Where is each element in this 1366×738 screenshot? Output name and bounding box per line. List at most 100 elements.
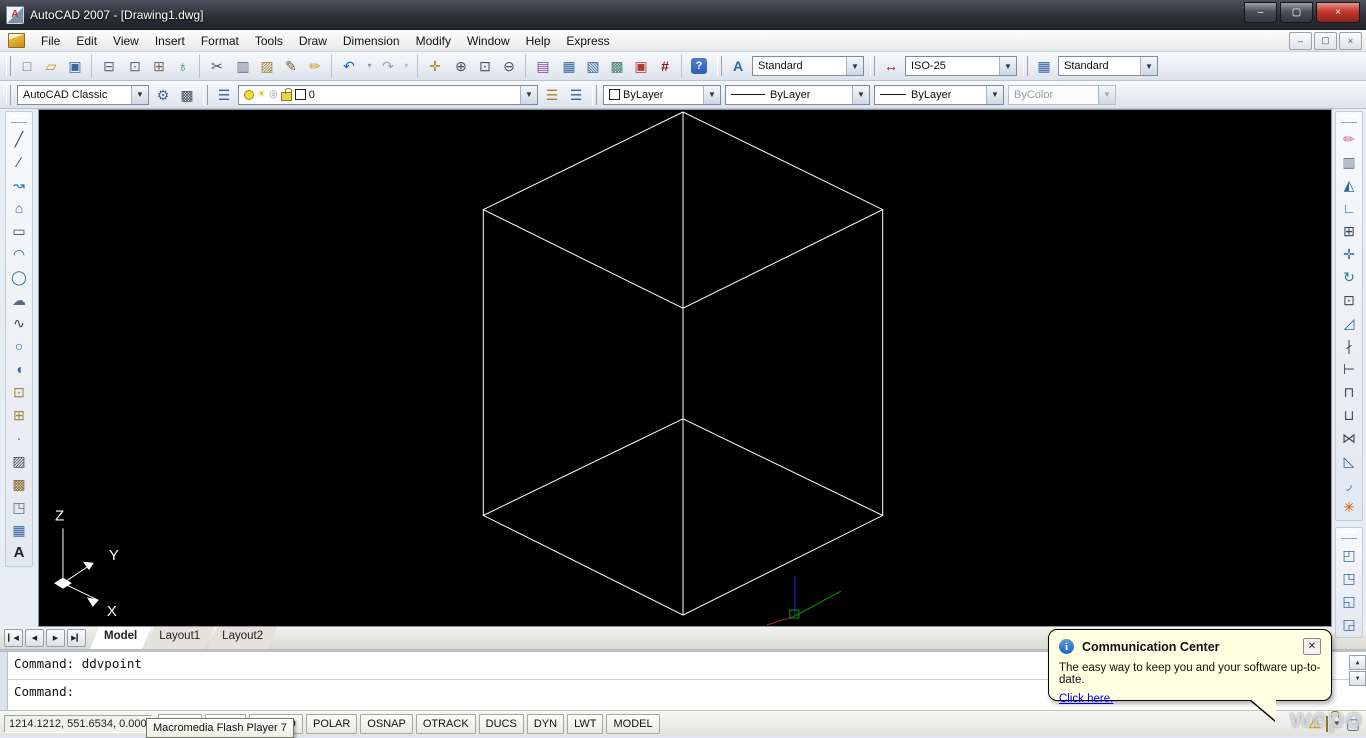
zoom-previous-icon[interactable]: ⊖ bbox=[497, 54, 521, 78]
toolbar-grip[interactable] bbox=[1341, 115, 1357, 123]
layer-freeze-thaw-icon[interactable]: ☀ bbox=[257, 89, 266, 100]
toolbar-grip[interactable] bbox=[870, 56, 875, 76]
chevron-down-icon[interactable]: ▼ bbox=[999, 57, 1016, 75]
command-scrollbar[interactable]: ▲ ▼ bbox=[1349, 655, 1364, 687]
zoom-window-icon[interactable]: ⊡ bbox=[473, 54, 497, 78]
POLAR[interactable]: POLAR bbox=[306, 714, 357, 734]
File[interactable]: File bbox=[33, 31, 68, 51]
send-under-objects-icon[interactable]: ◲ bbox=[1337, 612, 1361, 635]
construction-line-icon[interactable]: ∕ bbox=[7, 150, 31, 173]
tab-nav-prev[interactable]: ◀ bbox=[25, 629, 44, 647]
region-icon[interactable]: ◳ bbox=[7, 495, 31, 518]
Draw[interactable]: Draw bbox=[291, 31, 335, 51]
multiline-text-icon[interactable]: A bbox=[7, 541, 31, 564]
properties-palette-icon[interactable]: ▤ bbox=[525, 54, 557, 78]
scroll-down-icon[interactable]: ▼ bbox=[1349, 671, 1366, 686]
polygon-icon[interactable]: ⌂ bbox=[7, 196, 31, 219]
chevron-down-icon[interactable]: ▼ bbox=[703, 86, 720, 104]
coordinate-display[interactable]: 1214.1212, 551.6534, 0.0000 bbox=[4, 715, 152, 733]
bring-to-front-icon[interactable]: ◰ bbox=[1337, 543, 1361, 566]
copy-object-icon[interactable]: ▥ bbox=[1337, 150, 1361, 173]
Edit[interactable]: Edit bbox=[68, 31, 105, 51]
Tools[interactable]: Tools bbox=[247, 31, 291, 51]
Insert[interactable]: Insert bbox=[147, 31, 193, 51]
undo-dropdown-icon[interactable]: ▾ bbox=[363, 54, 376, 78]
toolbar-grip[interactable] bbox=[1023, 56, 1028, 76]
join-icon[interactable]: ⋈ bbox=[1337, 426, 1361, 449]
balloon-close-icon[interactable]: ✕ bbox=[1303, 638, 1321, 655]
make-object-layer-current-icon[interactable]: ☰ bbox=[540, 83, 564, 107]
tray-dropdown-icon[interactable]: ▼ bbox=[1333, 719, 1341, 728]
table-style-icon[interactable]: ▦ bbox=[1032, 54, 1056, 78]
scale-icon[interactable]: ⊡ bbox=[1337, 288, 1361, 311]
my-workspace-icon[interactable]: ▩ bbox=[175, 83, 199, 107]
zoom-realtime-icon[interactable]: ⊕ bbox=[449, 54, 473, 78]
Help[interactable]: Help bbox=[518, 31, 559, 51]
layer-combo[interactable]: ☀ ◎ 0 ▼ bbox=[238, 85, 538, 105]
Format[interactable]: Format bbox=[193, 31, 247, 51]
Express[interactable]: Express bbox=[558, 31, 617, 51]
drawing-file-icon[interactable] bbox=[8, 33, 25, 48]
plot-preview-icon[interactable]: ⊡ bbox=[123, 54, 147, 78]
new-file-icon[interactable]: □ bbox=[15, 54, 39, 78]
rectangle-icon[interactable]: ▭ bbox=[7, 219, 31, 242]
DYN[interactable]: DYN bbox=[527, 714, 564, 734]
View[interactable]: View bbox=[105, 31, 147, 51]
insert-block-icon[interactable]: ⊡ bbox=[7, 380, 31, 403]
revision-cloud-icon[interactable]: ☁ bbox=[7, 288, 31, 311]
close-button[interactable]: × bbox=[1316, 2, 1360, 23]
toolbar-lock-icon[interactable] bbox=[1326, 717, 1328, 731]
hatch-icon[interactable]: ▨ bbox=[7, 449, 31, 472]
toolbar-grip[interactable] bbox=[6, 56, 11, 76]
Dimension[interactable]: Dimension bbox=[335, 31, 408, 51]
Window[interactable]: Window bbox=[459, 31, 518, 51]
spline-icon[interactable]: ∿ bbox=[7, 311, 31, 334]
quickcalc-icon[interactable]: # bbox=[653, 54, 677, 78]
toolbar-grip[interactable] bbox=[6, 85, 11, 105]
mdi-close-button[interactable]: × bbox=[1339, 32, 1362, 50]
paste-icon[interactable]: ▨ bbox=[255, 54, 279, 78]
match-properties-icon[interactable]: ✎ bbox=[279, 54, 303, 78]
mdi-minimize-button[interactable]: – bbox=[1289, 32, 1312, 50]
3d-dwf-icon[interactable]: ♁ bbox=[171, 54, 195, 78]
workspace-combo[interactable]: AutoCAD Classic ▼ bbox=[17, 85, 149, 105]
tab-layout1[interactable]: Layout1 bbox=[145, 627, 214, 649]
chamfer-icon[interactable]: ◺ bbox=[1337, 449, 1361, 472]
copy-icon[interactable]: ▥ bbox=[231, 54, 255, 78]
mdi-restore-button[interactable]: ▢ bbox=[1314, 32, 1337, 50]
offset-icon[interactable]: ∟ bbox=[1337, 196, 1361, 219]
table-icon[interactable]: ▦ bbox=[7, 518, 31, 541]
redo-icon[interactable]: ↷ bbox=[376, 54, 400, 78]
circle-icon[interactable]: ◯ bbox=[7, 265, 31, 288]
bring-above-objects-icon[interactable]: ◱ bbox=[1337, 589, 1361, 612]
tab-nav-first[interactable]: ▎◀ bbox=[4, 629, 23, 647]
break-at-point-icon[interactable]: ⊓ bbox=[1337, 380, 1361, 403]
cut-icon[interactable]: ✂ bbox=[199, 54, 231, 78]
move-icon[interactable]: ✛ bbox=[1337, 242, 1361, 265]
toolbar-grip[interactable] bbox=[11, 115, 27, 123]
OTRACK[interactable]: OTRACK bbox=[416, 714, 476, 734]
polyline-icon[interactable]: ↝ bbox=[7, 173, 31, 196]
restore-button[interactable]: ▢ bbox=[1280, 2, 1313, 23]
chevron-down-icon[interactable]: ▼ bbox=[520, 86, 537, 104]
text-style-icon[interactable]: A bbox=[726, 54, 750, 78]
fillet-icon[interactable]: ◞ bbox=[1337, 472, 1361, 495]
scroll-up-icon[interactable]: ▲ bbox=[1349, 655, 1366, 670]
dim-style-icon[interactable]: ↔ bbox=[879, 54, 903, 78]
communication-center-icon[interactable]: ⚠ bbox=[1308, 715, 1321, 732]
trim-icon[interactable]: ∤ bbox=[1337, 334, 1361, 357]
Modify[interactable]: Modify bbox=[408, 31, 459, 51]
dim-style-combo[interactable]: ISO-25 ▼ bbox=[905, 56, 1017, 76]
toolbar-grip[interactable] bbox=[1341, 531, 1357, 539]
chevron-down-icon[interactable]: ▼ bbox=[852, 86, 869, 104]
ellipse-arc-icon[interactable]: ◖ bbox=[7, 357, 31, 380]
tab-model[interactable]: Model bbox=[90, 627, 151, 649]
markup-set-manager-icon[interactable]: ▣ bbox=[629, 54, 653, 78]
drawing-area[interactable]: Z Y X bbox=[38, 109, 1332, 627]
tab-layout2[interactable]: Layout2 bbox=[208, 627, 277, 649]
ellipse-icon[interactable]: ○ bbox=[7, 334, 31, 357]
LWT[interactable]: LWT bbox=[567, 714, 603, 734]
chevron-down-icon[interactable]: ▼ bbox=[1140, 57, 1157, 75]
point-icon[interactable]: ∙ bbox=[7, 426, 31, 449]
undo-icon[interactable]: ↶ bbox=[331, 54, 363, 78]
